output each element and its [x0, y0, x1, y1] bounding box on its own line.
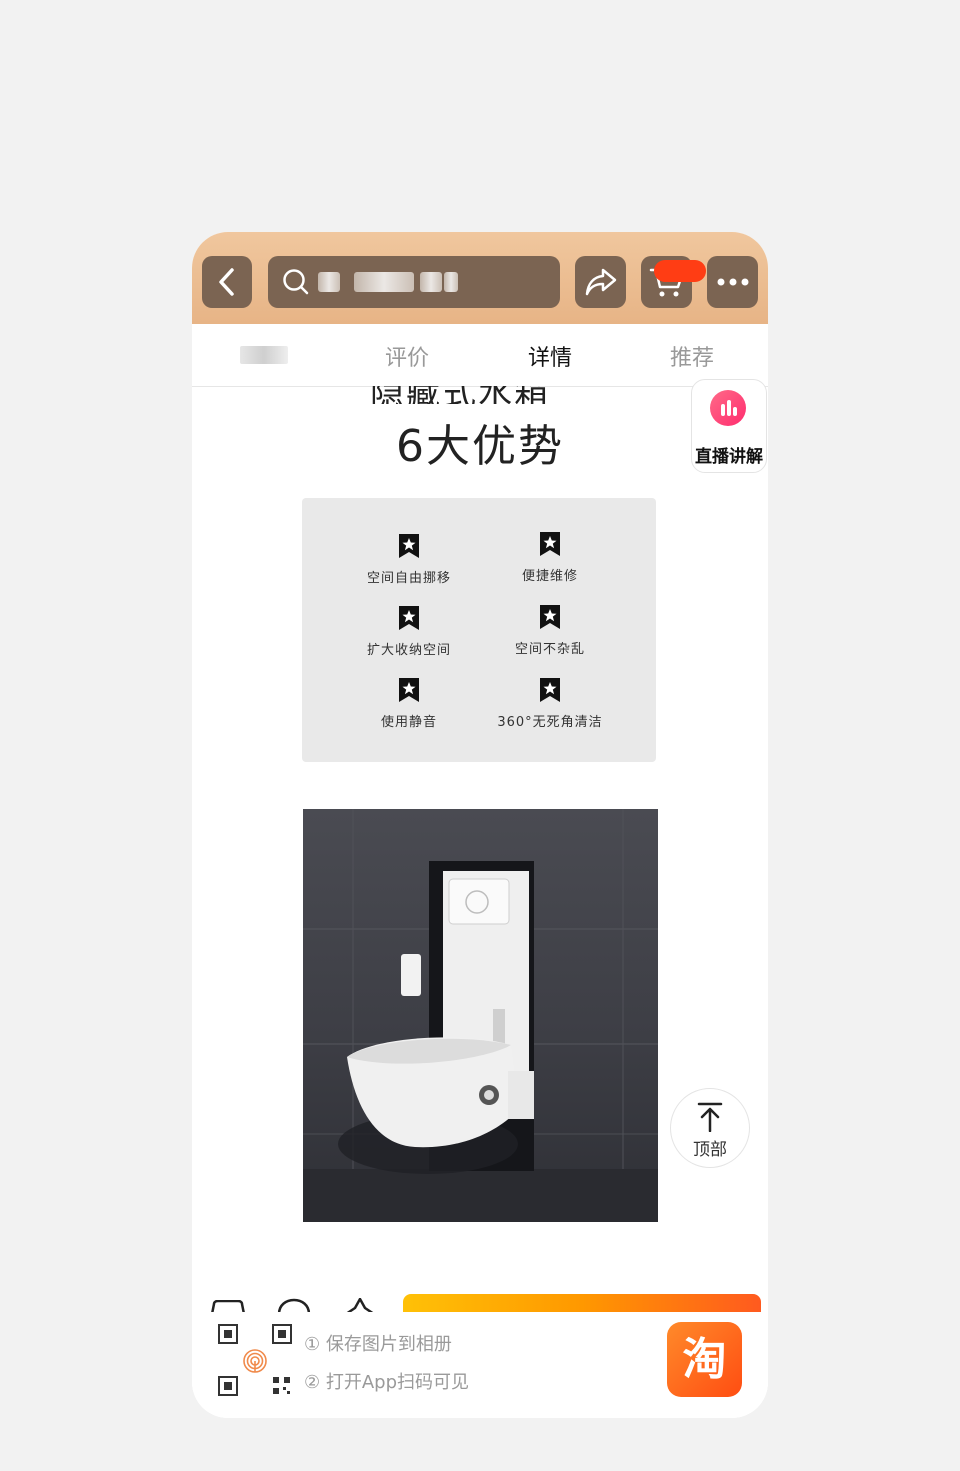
more-icon: [717, 278, 748, 286]
scroll-to-top-label: 顶部: [693, 1140, 727, 1160]
share-button[interactable]: [575, 256, 626, 308]
bookmark-star-icon: [399, 534, 419, 558]
feature-item: 360°无死角清洁: [470, 678, 630, 730]
feature-label: 扩大收纳空间: [366, 643, 451, 658]
search-query-blurred: [420, 272, 442, 292]
back-icon: [219, 268, 234, 296]
tab-blurred[interactable]: [240, 346, 288, 364]
promo-step-2: ② 打开App扫码可见: [304, 1372, 470, 1393]
search-query-blurred: [354, 272, 414, 292]
feature-item: 空间不杂乱: [470, 605, 630, 657]
scroll-to-top-button[interactable]: 顶部: [670, 1088, 750, 1168]
feature-label: 便捷维修: [521, 569, 578, 584]
tab-recommend[interactable]: 推荐: [670, 340, 714, 372]
back-button[interactable]: [202, 256, 252, 308]
headline-main: 6大优势: [396, 421, 564, 472]
search-query-blurred: [318, 272, 340, 292]
feature-label: 空间自由挪移: [366, 571, 451, 586]
feature-item: 使用静音: [329, 678, 489, 730]
feature-item: 空间自由挪移: [329, 534, 489, 586]
share-icon: [585, 268, 616, 296]
qr-code-icon: [218, 1376, 238, 1396]
feature-label: 360°无死角清洁: [497, 715, 603, 730]
headline-cut-text: 隐藏式水箱: [370, 386, 550, 404]
section-tabs: 评价 详情 推荐: [192, 324, 768, 387]
feature-item: 扩大收纳空间: [329, 606, 489, 658]
promo-step-1: ① 保存图片到相册: [304, 1334, 452, 1355]
product-photo: [303, 809, 658, 1222]
bookmark-star-icon: [399, 606, 419, 630]
bookmark-star-icon: [540, 532, 560, 556]
search-icon: [283, 269, 309, 295]
taobao-app-logo[interactable]: 淘: [667, 1322, 742, 1397]
qr-code-icon: [273, 1377, 290, 1394]
qr-code-icon: [272, 1324, 292, 1344]
bookmark-star-icon: [540, 678, 560, 702]
bookmark-star-icon: [399, 678, 419, 702]
scan-promo-banner: ① 保存图片到相册 ② 打开App扫码可见 淘: [192, 1312, 768, 1418]
tab-reviews[interactable]: 评价: [385, 340, 429, 372]
qr-code-icon: [218, 1324, 238, 1344]
buy-buttons-strip[interactable]: [403, 1294, 761, 1314]
feature-item: 便捷维修: [470, 532, 630, 584]
live-label: 直播讲解: [695, 447, 763, 467]
live-explain-button[interactable]: 直播讲解: [691, 379, 767, 473]
headline-cut-line: 隐藏式水箱: [192, 386, 768, 404]
more-button[interactable]: [707, 256, 758, 308]
feature-panel: 空间自由挪移 便捷维修 扩大收纳空间 空间不杂乱 使用静音 360°无死角清洁: [302, 498, 656, 762]
feature-label: 空间不杂乱: [514, 642, 585, 657]
arrow-up-icon: [697, 1102, 723, 1132]
top-bar: [192, 232, 768, 324]
bookmark-star-icon: [540, 605, 560, 629]
live-icon: [710, 390, 746, 426]
fingerprint-icon: [243, 1349, 267, 1373]
product-detail-card: 评价 详情 推荐 隐藏式水箱 6大优势 直播讲解 空间自由挪移 便捷维修 扩大收…: [192, 232, 768, 1418]
search-query-blurred: [444, 272, 458, 292]
tab-details[interactable]: 详情: [528, 340, 572, 372]
feature-label: 使用静音: [380, 715, 437, 730]
search-bar[interactable]: [268, 256, 560, 308]
cart-count-badge: [654, 260, 706, 282]
wall-hung-toilet-illustration: [303, 809, 658, 1222]
